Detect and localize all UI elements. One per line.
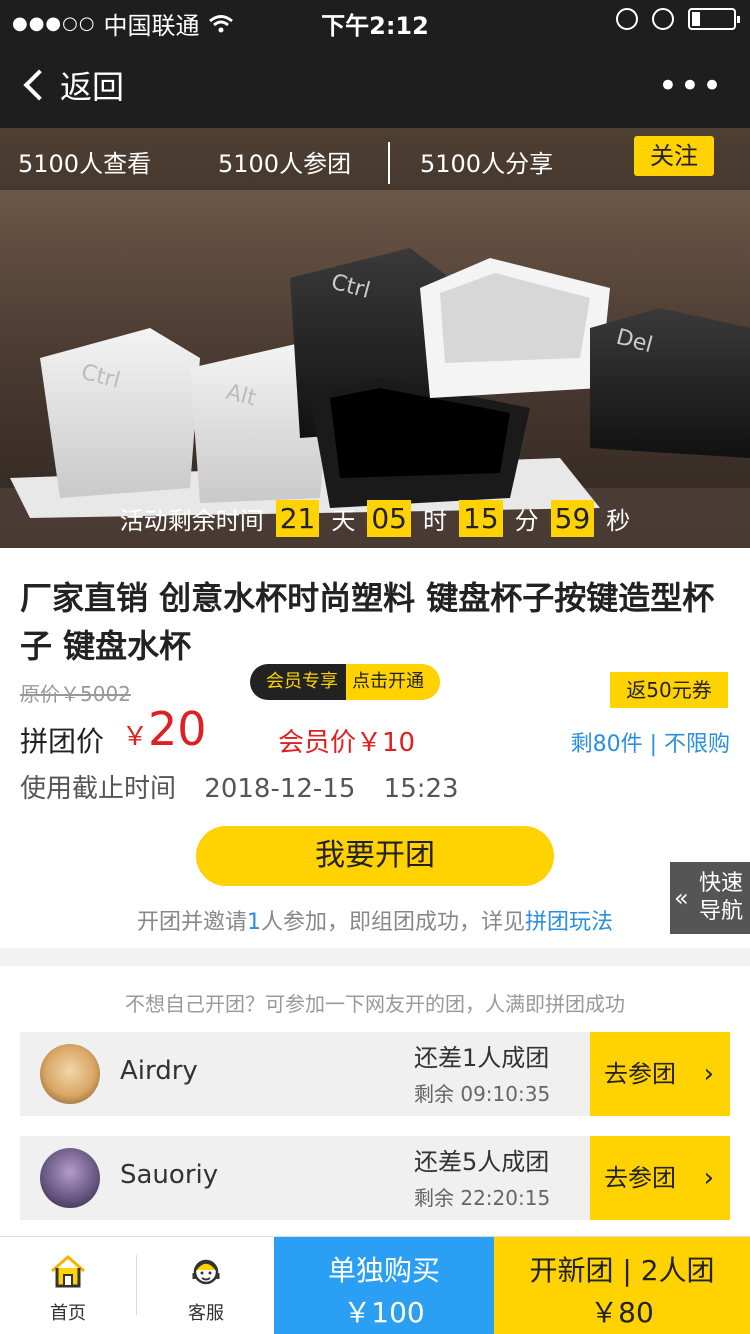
status-bar: ●●●○○ 中国联通 下午2:12 bbox=[0, 0, 750, 40]
countdown-seconds-unit: 秒 bbox=[606, 507, 631, 535]
customer-service-icon bbox=[192, 1259, 220, 1285]
deadline-time: 15:23 bbox=[383, 774, 459, 804]
group-price-value: 20 bbox=[148, 702, 207, 756]
buy-single-button[interactable]: 单独购买 ￥100 bbox=[274, 1237, 494, 1334]
member-price: 会员价￥10 bbox=[278, 728, 416, 758]
join-hint: 不想自己开团？可参加一下网友开的团，人满即拼团成功 bbox=[125, 992, 625, 1016]
group-remaining-time: 剩余 09:10:35 bbox=[414, 1082, 551, 1106]
rotation-lock-icon bbox=[616, 8, 638, 30]
tab-service-label: 客服 bbox=[188, 1303, 224, 1324]
joins-count: 5100人参团 bbox=[218, 150, 352, 178]
group-remaining-time: 剩余 22:20:15 bbox=[414, 1186, 551, 1210]
product-info: 厂家直销 创意水杯时尚塑料 键盘杯子按键造型杯子 键盘水杯 原价￥5002 会员… bbox=[0, 548, 750, 948]
home-icon bbox=[51, 1255, 85, 1288]
stats-divider bbox=[388, 142, 390, 184]
countdown-days: 21 bbox=[275, 500, 320, 537]
deadline: 使用截止时间 2018-12-15 15:23 bbox=[20, 768, 479, 805]
countdown: 活动剩余时间 21 天 05 时 15 分 59 秒 bbox=[0, 500, 750, 537]
countdown-minutes-unit: 分 bbox=[514, 507, 539, 535]
chevron-double-left-icon: « bbox=[674, 884, 689, 912]
chevron-left-icon bbox=[23, 69, 55, 101]
battery-icon bbox=[688, 8, 740, 30]
deadline-date: 2018-12-15 bbox=[204, 774, 356, 804]
tab-divider bbox=[136, 1255, 137, 1315]
join-group-button[interactable]: 去参团 › bbox=[590, 1136, 730, 1220]
product-title: 厂家直销 创意水杯时尚塑料 键盘杯子按键造型杯子 键盘水杯 bbox=[20, 579, 715, 665]
group-row: Sauoriy 还差5人成团 剩余 22:20:15 去参团 › bbox=[20, 1136, 730, 1220]
invite-count: 1 bbox=[246, 910, 261, 935]
invite-prefix: 开团并邀请 bbox=[136, 910, 247, 935]
group-price-label: 拼团价 bbox=[20, 725, 105, 758]
countdown-label: 活动剩余时间 bbox=[119, 507, 264, 535]
buy-group-button[interactable]: 开新团 | 2人团 ￥80 bbox=[494, 1237, 750, 1334]
join-group-button[interactable]: 去参团 › bbox=[590, 1032, 730, 1116]
invite-text: 开团并邀请1人参加，即组团成功，详见拼团玩法 bbox=[0, 904, 750, 936]
follow-button[interactable]: 关注 bbox=[634, 136, 714, 176]
product-hero: Ctrl Alt Ctrl Del 5100人查看 5100人参团 5100人分… bbox=[0, 128, 750, 548]
countdown-minutes: 15 bbox=[459, 500, 503, 537]
tab-customer-service[interactable]: 客服 bbox=[138, 1237, 274, 1334]
countdown-seconds: 59 bbox=[550, 500, 595, 537]
member-badge[interactable]: 会员专享 点击开通 bbox=[250, 664, 440, 700]
nav-bar: 返回 ••• bbox=[0, 40, 750, 128]
countdown-hours: 05 bbox=[367, 500, 411, 537]
join-group-label: 去参团 bbox=[604, 1164, 676, 1192]
stock-info: 剩80件 | 不限购 bbox=[570, 732, 730, 757]
quick-nav-label: 快速导航 bbox=[698, 871, 743, 924]
group-row: Airdry 还差1人成团 剩余 09:10:35 去参团 › bbox=[20, 1032, 730, 1116]
chevron-right-icon: › bbox=[703, 1163, 714, 1193]
join-group-label: 去参团 bbox=[604, 1060, 676, 1088]
member-badge-right: 点击开通 bbox=[346, 664, 440, 700]
views-count: 5100人查看 bbox=[18, 150, 152, 178]
buy-single-label: 单独购买 bbox=[327, 1254, 440, 1287]
original-price: 原价￥5002 bbox=[20, 682, 131, 706]
chevron-right-icon: › bbox=[703, 1059, 714, 1089]
avatar bbox=[40, 1044, 100, 1104]
buy-group-label: 开新团 | 2人团 bbox=[529, 1254, 715, 1287]
status-right bbox=[616, 8, 740, 30]
group-username: Sauoriy bbox=[120, 1160, 219, 1190]
buy-single-price: ￥100 bbox=[343, 1296, 425, 1329]
member-badge-left: 会员专享 bbox=[250, 664, 346, 700]
group-need: 还差5人成团 bbox=[414, 1148, 550, 1176]
more-button[interactable]: ••• bbox=[658, 66, 724, 106]
group-price: ￥20 bbox=[122, 702, 207, 756]
back-button[interactable]: 返回 bbox=[20, 62, 124, 108]
group-need: 还差1人成团 bbox=[414, 1044, 550, 1072]
bottom-action-bar: 首页 客服 单独购买 ￥100 开新团 | 2人团 ￥80 bbox=[0, 1236, 750, 1334]
quick-nav-button[interactable]: « 快速导航 bbox=[670, 862, 750, 934]
tab-home[interactable]: 首页 bbox=[0, 1237, 136, 1334]
buy-group-price: ￥80 bbox=[590, 1296, 654, 1329]
avatar bbox=[40, 1148, 100, 1208]
tab-home-label: 首页 bbox=[50, 1303, 86, 1324]
alarm-icon bbox=[652, 8, 674, 30]
back-label: 返回 bbox=[60, 68, 125, 106]
product-image: Ctrl Alt Ctrl Del bbox=[0, 128, 750, 548]
group-username: Airdry bbox=[120, 1056, 198, 1086]
rules-link[interactable]: 拼团玩法 bbox=[525, 910, 613, 935]
invite-suffix: 人参加，即组团成功，详见 bbox=[260, 910, 525, 935]
open-group-button[interactable]: 我要开团 bbox=[196, 826, 554, 886]
countdown-hours-unit: 时 bbox=[423, 507, 447, 535]
group-price-symbol: ￥ bbox=[122, 722, 149, 752]
stats-bar: 5100人查看 5100人参团 5100人分享 关注 bbox=[0, 128, 750, 190]
join-section: 不想自己开团？可参加一下网友开的团，人满即拼团成功 Airdry 还差1人成团 … bbox=[0, 966, 750, 1236]
battery-fill bbox=[692, 12, 700, 26]
deadline-label: 使用截止时间 bbox=[20, 774, 177, 804]
countdown-days-unit: 天 bbox=[331, 507, 356, 535]
shares-count: 5100人分享 bbox=[420, 150, 554, 178]
coupon-badge[interactable]: 返50元券 bbox=[610, 672, 728, 708]
